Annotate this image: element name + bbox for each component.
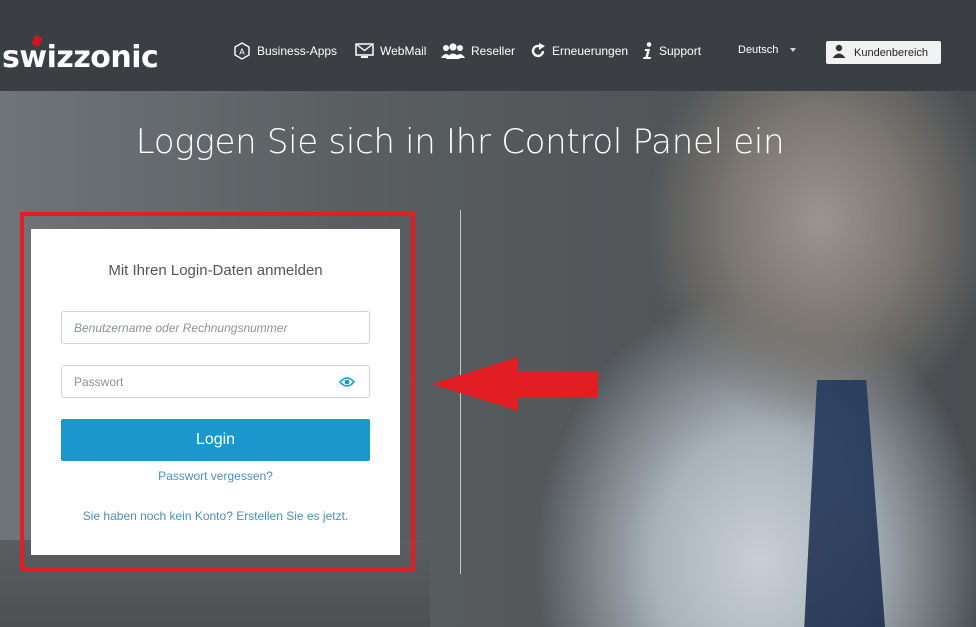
nav-label-erneuerungen: Erneuerungen (552, 44, 629, 58)
page-title: Loggen Sie sich in Ihr Control Panel ein (135, 122, 785, 162)
customer-area-label: Kundenbereich (854, 46, 929, 59)
info-icon (642, 42, 653, 60)
chevron-down-icon (790, 48, 797, 52)
nav-label-business-apps: Business-Apps (257, 44, 338, 58)
business-apps-icon: A (233, 42, 251, 60)
create-account-link[interactable]: Sie haben noch kein Konto? Erstellen Sie… (31, 509, 400, 523)
login-card-title: Mit Ihren Login-Daten anmelden (108, 262, 323, 279)
show-password-eye-icon[interactable] (338, 375, 356, 393)
user-icon (832, 44, 846, 61)
refresh-icon (530, 43, 546, 59)
nav-item-webmail[interactable]: WebMail (355, 40, 426, 62)
users-icon (441, 43, 465, 59)
username-input[interactable] (61, 311, 370, 344)
login-card: Mit Ihren Login-Daten anmelden Login Pas… (31, 229, 400, 555)
password-input[interactable] (61, 365, 370, 398)
red-arrow-icon (432, 355, 602, 418)
svg-text:A: A (239, 48, 245, 57)
forgot-password-link[interactable]: Passwort vergessen? (31, 469, 400, 483)
nav-item-reseller[interactable]: Reseller (441, 40, 515, 62)
language-selector[interactable]: Deutsch (738, 44, 797, 56)
nav-label-reseller: Reseller (471, 44, 516, 58)
customer-area-button[interactable]: Kundenbereich (826, 41, 941, 64)
mail-icon (355, 43, 374, 59)
language-label: Deutsch (738, 44, 779, 56)
nav-label-webmail: WebMail (380, 44, 427, 58)
nav-item-business-apps[interactable]: A Business-Apps (233, 40, 337, 62)
main-nav: A Business-Apps WebMail Reseller Erneuer… (0, 0, 976, 91)
nav-label-support: Support (659, 44, 702, 58)
nav-item-support[interactable]: Support (642, 40, 701, 62)
login-button[interactable]: Login (61, 419, 370, 461)
nav-item-erneuerungen[interactable]: Erneuerungen (530, 40, 628, 62)
top-navigation-bar: swizzonic A Business-Apps WebMail Resell… (0, 0, 976, 91)
